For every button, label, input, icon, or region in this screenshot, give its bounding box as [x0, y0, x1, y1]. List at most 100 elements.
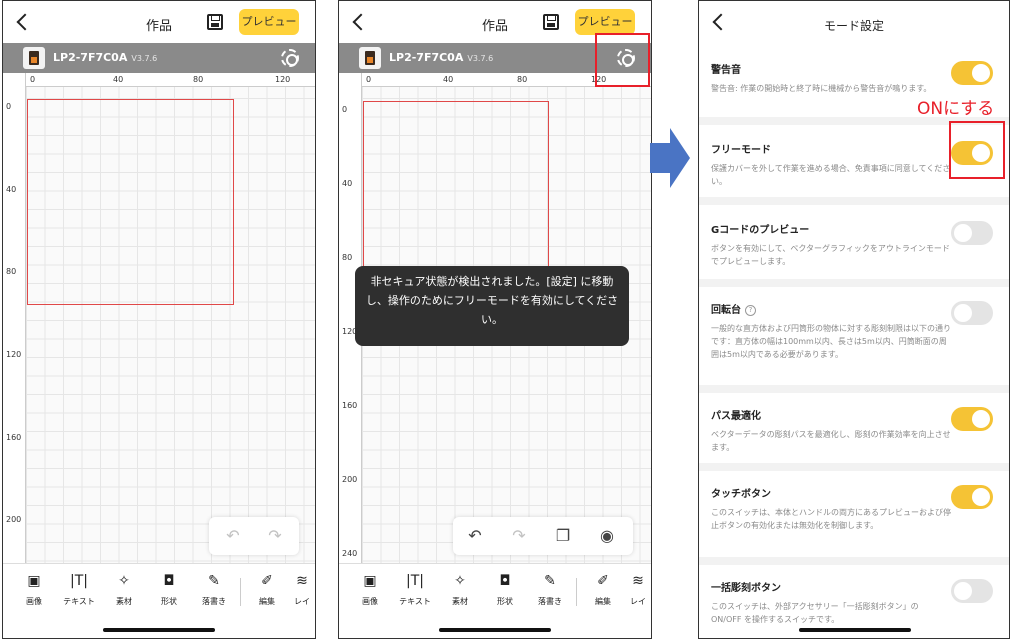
undo-redo-panel: ↶ ↷ [209, 517, 299, 555]
canvas[interactable]: 0 40 80 120 0 40 80 120 160 200 ↶ ↷ [3, 73, 315, 563]
redo-icon[interactable]: ↷ [265, 526, 285, 546]
ruler-y-label: 80 [6, 267, 17, 276]
ruler-y-label: 200 [342, 475, 358, 484]
touch-button-toggle[interactable] [951, 485, 993, 509]
rotary-toggle[interactable] [951, 301, 993, 325]
home-indicator [103, 628, 215, 632]
canvas-controls: ↶ ↷ ❐ ◉ [453, 517, 633, 555]
device-thumbnail-icon [23, 47, 45, 69]
work-area[interactable] [363, 101, 549, 287]
ruler-y-label: 40 [6, 185, 17, 194]
text-icon: |T| [70, 573, 88, 589]
ruler-y-label: 160 [342, 401, 358, 410]
warning-sound-toggle[interactable] [951, 61, 993, 85]
preview-button[interactable]: プレビュー [575, 9, 635, 35]
editor-screen: 作品 プレビュー LP2-7F7C0A V3.7.6 0 40 80 120 0 … [2, 0, 316, 639]
annotation-label: ONにする [917, 99, 995, 119]
material-icon: ✧ [454, 573, 466, 589]
setting-desc: このスイッチは、外部アクセサリー「一括彫刻ボタン」の ON/OFF を操作するス… [711, 602, 919, 624]
undo-icon[interactable]: ↶ [465, 526, 485, 546]
setting-batch-engrave: 一括彫刻ボタン このスイッチは、外部アクセサリー「一括彫刻ボタン」の ON/OF… [711, 579, 993, 626]
ruler-y-label: 40 [342, 179, 353, 188]
redo-icon[interactable]: ↷ [509, 526, 529, 546]
device-version: V3.7.6 [467, 54, 494, 63]
tool-doodle[interactable]: ✎ 落書き [528, 572, 572, 607]
undo-icon[interactable]: ↶ [223, 526, 243, 546]
editor-screen-warning: 作品 プレビュー LP2-7F7C0A V3.7.6 0 40 80 120 0 … [338, 0, 652, 639]
tool-doodle[interactable]: ✎ 落書き [192, 572, 236, 607]
layer-icon: ≋ [296, 573, 308, 589]
setting-warning-sound: 警告音 警告音: 作業の開始時と終了時に機械から警告音が鳴ります。 [711, 61, 993, 95]
eye-icon[interactable]: ◉ [597, 526, 617, 546]
device-name: LP2-7F7C0A V3.7.6 [389, 51, 494, 64]
help-icon[interactable]: ? [745, 305, 756, 316]
ruler-y-label: 160 [6, 433, 22, 442]
section-divider [699, 463, 1009, 471]
gear-icon[interactable] [281, 49, 299, 67]
tool-material[interactable]: ✧ 素材 [102, 572, 146, 607]
page-title: モード設定 [823, 19, 884, 33]
shape-icon: ◘ [499, 573, 511, 589]
setting-desc: ボタンを有効にして、ベクターグラフィックをアウトラインモードでプレビューします。 [711, 244, 950, 266]
ruler-y-label: 200 [6, 515, 22, 524]
layer-icon: ≋ [632, 573, 644, 589]
section-divider [699, 197, 1009, 205]
free-mode-highlight [949, 121, 1005, 179]
material-icon: ✧ [118, 573, 130, 589]
section-divider [699, 385, 1009, 393]
setting-desc: 一般的な直方体および円筒形の物体に対する彫刻制限は以下の通りです：直方体の幅は1… [711, 324, 951, 359]
setting-path-optimization: パス最適化 ベクターデータの彫刻パスを最適化し、彫刻の作業効率を向上させます。 [711, 407, 993, 454]
tool-layer[interactable]: ≋ レイ [287, 572, 315, 607]
section-divider [699, 557, 1009, 565]
ruler-x-label: 120 [275, 75, 291, 84]
toolbar-divider [240, 578, 241, 606]
doodle-icon: ✎ [208, 573, 220, 589]
arrow-right-icon [650, 128, 690, 188]
setting-rotary: 回転台? 一般的な直方体および円筒形の物体に対する彫刻制限は以下の通りです：直方… [711, 301, 993, 361]
save-icon[interactable] [543, 14, 559, 30]
tool-image[interactable]: ▣ 画像 [12, 572, 56, 607]
ruler-left: 0 40 80 120 160 200 [3, 73, 26, 563]
device-bar: LP2-7F7C0A V3.7.6 [3, 43, 315, 73]
ruler-y-label: 0 [6, 102, 12, 111]
ruler-x-label: 0 [30, 75, 36, 84]
tool-layer[interactable]: ≋ レイ [623, 572, 651, 607]
tool-edit[interactable]: ✐ 編集 [245, 572, 289, 607]
tool-text[interactable]: |T| テキスト [393, 572, 437, 607]
setting-desc: ベクターデータの彫刻パスを最適化し、彫刻の作業効率を向上させます。 [711, 430, 951, 452]
image-icon: ▣ [363, 573, 377, 589]
ruler-y-label: 0 [342, 105, 348, 114]
work-area[interactable] [27, 99, 234, 305]
tool-image[interactable]: ▣ 画像 [348, 572, 392, 607]
preview-button[interactable]: プレビュー [239, 9, 299, 35]
edit-icon: ✐ [261, 573, 273, 589]
path-optimization-toggle[interactable] [951, 407, 993, 431]
toolbar-divider [576, 578, 577, 606]
bottom-toolbar: ▣ 画像 |T| テキスト ✧ 素材 ◘ 形状 ✎ 落書き ✐ 編集 ≋ レイ [3, 563, 315, 623]
device-version: V3.7.6 [131, 54, 158, 63]
tool-edit[interactable]: ✐ 編集 [581, 572, 625, 607]
tool-shape[interactable]: ◘ 形状 [483, 572, 527, 607]
ruler-x-label: 0 [366, 75, 372, 84]
shape-icon: ◘ [163, 573, 175, 589]
tool-shape[interactable]: ◘ 形状 [147, 572, 191, 607]
warning-toast: 非セキュア状態が検出されました。[設定] に移動し、操作のためにフリーモードを有… [355, 266, 629, 346]
setting-desc: このスイッチは、本体とハンドルの両方にあるプレビューおよび停止ボタンの有効化また… [711, 508, 951, 530]
batch-engrave-toggle[interactable] [951, 579, 993, 603]
setting-touch-button: タッチボタン このスイッチは、本体とハンドルの両方にあるプレビューおよび停止ボタ… [711, 485, 993, 532]
edit-icon: ✐ [597, 573, 609, 589]
bottom-toolbar: ▣ 画像 |T| テキスト ✧ 素材 ◘ 形状 ✎ 落書き ✐ 編集 ≋ レイ [339, 563, 651, 623]
device-name: LP2-7F7C0A V3.7.6 [53, 51, 158, 64]
gcode-preview-toggle[interactable] [951, 221, 993, 245]
device-thumbnail-icon [359, 47, 381, 69]
tool-material[interactable]: ✧ 素材 [438, 572, 482, 607]
ruler-x-label: 40 [443, 75, 454, 84]
ruler-y-label: 120 [6, 350, 22, 359]
doodle-icon: ✎ [544, 573, 556, 589]
ruler-y-label: 80 [342, 253, 353, 262]
save-icon[interactable] [207, 14, 223, 30]
ruler-x-label: 80 [193, 75, 204, 84]
copy-icon[interactable]: ❐ [553, 526, 573, 546]
setting-gcode-preview: Gコードのプレビュー ボタンを有効にして、ベクターグラフィックをアウトラインモー… [711, 221, 993, 268]
tool-text[interactable]: |T| テキスト [57, 572, 101, 607]
